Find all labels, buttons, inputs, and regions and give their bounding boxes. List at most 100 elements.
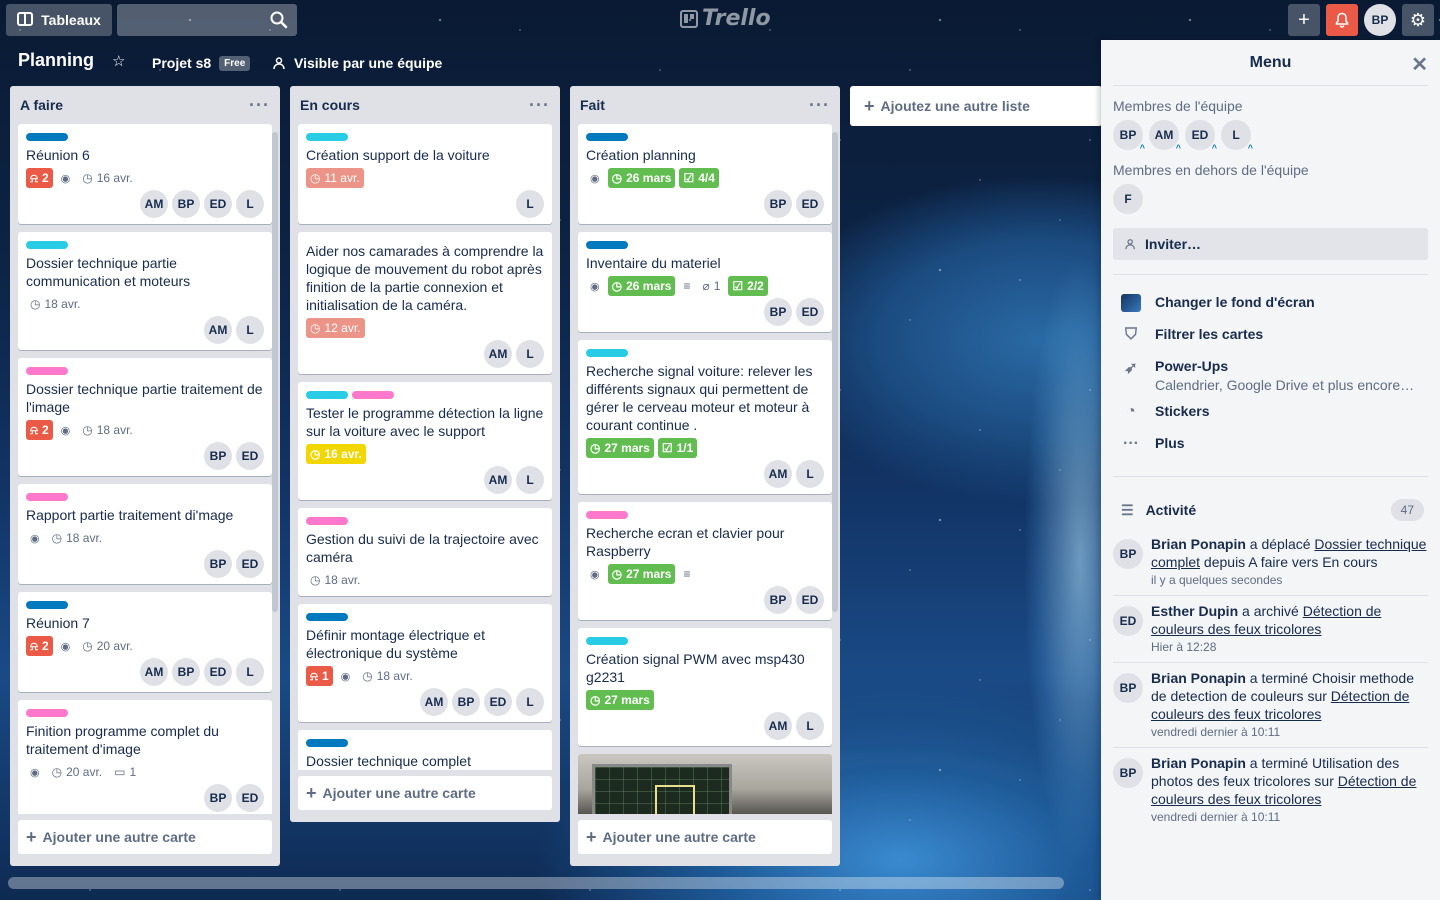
add-card-button[interactable]: + Ajouter une autre carte — [578, 820, 832, 854]
activity-user[interactable]: Brian Ponapin — [1151, 755, 1246, 771]
member-avatar[interactable]: ED — [484, 688, 512, 716]
activity-avatar[interactable]: BP — [1113, 758, 1143, 788]
trello-logo[interactable]: Trello — [680, 6, 771, 31]
member-avatar[interactable]: L — [796, 712, 824, 740]
member-avatar[interactable]: AM — [484, 340, 512, 368]
member-avatar[interactable]: BP — [452, 688, 480, 716]
activity-user[interactable]: Brian Ponapin — [1151, 536, 1246, 552]
card[interactable]: Création planning ◉ ◷ 26 mars ☑ 4/4 BP ED — [578, 124, 832, 224]
member-avatar[interactable]: BP — [764, 586, 792, 614]
more-icon[interactable]: ··· — [809, 96, 830, 114]
member-avatar[interactable]: BP — [764, 190, 792, 218]
card[interactable]: Aider nos camarades à comprendre la logi… — [298, 232, 552, 374]
visibility-button[interactable]: Visible par une équipe — [272, 55, 442, 71]
member-avatar[interactable]: ED — [236, 442, 264, 470]
member-avatar[interactable]: L — [236, 316, 264, 344]
boards-button[interactable]: Tableaux — [6, 4, 112, 36]
member-avatar[interactable]: ED — [796, 586, 824, 614]
member-avatar[interactable]: BP — [172, 190, 200, 218]
member-avatar[interactable]: BP — [204, 442, 232, 470]
card[interactable]: Définir montage électrique et électroniq… — [298, 604, 552, 722]
member-avatar[interactable]: AM — [204, 316, 232, 344]
settings-button[interactable]: ⚙ — [1402, 4, 1434, 36]
list-title[interactable]: A faire — [20, 97, 63, 113]
card[interactable]: Finition programme complet du traitement… — [18, 700, 272, 814]
list-title[interactable]: En cours — [300, 97, 360, 113]
member-avatar[interactable]: ED — [796, 298, 824, 326]
member-avatar[interactable]: AM — [420, 688, 448, 716]
card[interactable]: Inventaire du materiel ◉ ◷ 26 mars ≡ ⌀ 1 ☑ 2/2 BP… — [578, 232, 832, 332]
create-button[interactable]: + — [1288, 4, 1320, 36]
team-button[interactable]: Projet s8 Free — [152, 55, 251, 71]
member-avatar[interactable]: AM — [764, 460, 792, 488]
card[interactable]: Recherche ecran et clavier pour Raspberr… — [578, 502, 832, 620]
member-avatar[interactable]: ED — [204, 190, 232, 218]
member-avatar[interactable]: BP — [764, 298, 792, 326]
menu-item[interactable]: ··· Plus — [1113, 430, 1428, 462]
card[interactable]: Dossier technique complet◉◷20 avr.AMBPED… — [298, 730, 552, 770]
member-avatar[interactable]: AM — [140, 190, 168, 218]
invite-button[interactable]: Inviter… — [1113, 228, 1428, 260]
notifications-button[interactable] — [1326, 4, 1358, 36]
activity-avatar[interactable]: BP — [1113, 673, 1143, 703]
activity-user[interactable]: Esther Dupin — [1151, 603, 1238, 619]
add-card-button[interactable]: + Ajouter une autre carte — [18, 820, 272, 854]
team-member-avatar[interactable]: AM ^ — [1149, 120, 1181, 153]
vertical-scrollbar[interactable] — [832, 132, 838, 612]
member-avatar[interactable]: AM — [764, 712, 792, 740]
menu-item[interactable]: ⛉ Filtrer les cartes — [1113, 321, 1428, 353]
card[interactable]: Réunion 6 ⍾ 2 ◉ ◷ 16 avr. AM BP ED L — [18, 124, 272, 224]
member-avatar[interactable]: L — [516, 688, 544, 716]
member-avatar[interactable]: L — [516, 340, 544, 368]
member-avatar[interactable]: ED — [236, 784, 264, 812]
member-avatar[interactable]: BP — [204, 784, 232, 812]
activity-user[interactable]: Brian Ponapin — [1151, 670, 1246, 686]
more-icon[interactable]: ··· — [529, 96, 550, 114]
card[interactable]: Recherche signal voiture: relever les di… — [578, 340, 832, 494]
activity-time[interactable]: il y a quelques secondes — [1151, 573, 1428, 587]
member-avatar[interactable]: L — [796, 460, 824, 488]
horizontal-scrollbar[interactable] — [8, 877, 1064, 889]
more-icon[interactable]: ··· — [249, 96, 270, 114]
activity-avatar[interactable]: BP — [1113, 539, 1143, 569]
member-avatar[interactable]: L — [516, 466, 544, 494]
card[interactable]: Création signal PWM avec msp430 g2231 ◷ 27… — [578, 628, 832, 746]
member-avatar[interactable]: BP — [204, 550, 232, 578]
member-avatar[interactable]: L — [236, 658, 264, 686]
activity-avatar[interactable]: ED — [1113, 606, 1143, 636]
card[interactable]: Rapport partie traitement di'mage ◉ ◷ 18 av… — [18, 484, 272, 584]
menu-item[interactable]: ➶ Power-Ups Calendrier, Google Drive et pl… — [1113, 353, 1428, 398]
search-input[interactable] — [117, 4, 297, 36]
activity-time[interactable]: Hier à 12:28 — [1151, 640, 1428, 654]
card[interactable]: Réunion 7 ⍾ 2 ◉ ◷ 20 avr. AM BP ED L — [18, 592, 272, 692]
outside-member-avatar[interactable]: F — [1113, 184, 1143, 214]
card[interactable]: Gestion du suivi de la trajectoire avec … — [298, 508, 552, 596]
activity-time[interactable]: vendredi dernier à 10:11 — [1151, 725, 1428, 739]
star-icon[interactable]: ☆ — [112, 52, 125, 70]
card[interactable]: Tester le programme détection la ligne s… — [298, 382, 552, 500]
list-title[interactable]: Fait — [580, 97, 605, 113]
card-cover-photo[interactable] — [578, 754, 832, 814]
team-member-avatar[interactable]: BP ^ — [1113, 120, 1145, 153]
search-icon[interactable] — [269, 10, 289, 30]
card[interactable]: Dossier technique partie traitement de l… — [18, 358, 272, 476]
team-member-avatar[interactable]: L ^ — [1221, 120, 1253, 153]
add-card-button[interactable]: + Ajouter une autre carte — [298, 776, 552, 810]
team-member-avatar[interactable]: ED ^ — [1185, 120, 1217, 153]
close-icon[interactable]: ✕ — [1411, 52, 1428, 77]
member-avatar[interactable]: ED — [204, 658, 232, 686]
member-avatar[interactable]: L — [236, 190, 264, 218]
activity-time[interactable]: vendredi dernier à 10:11 — [1151, 810, 1428, 824]
member-avatar[interactable]: ED — [236, 550, 264, 578]
member-avatar[interactable]: AM — [484, 466, 512, 494]
card[interactable]: Dossier technique partie communication e… — [18, 232, 272, 350]
member-avatar[interactable]: AM — [140, 658, 168, 686]
board-title[interactable]: Planning — [18, 50, 94, 71]
member-avatar[interactable]: ED — [796, 190, 824, 218]
add-list-button[interactable]: + Ajoutez une autre liste — [850, 86, 1102, 126]
member-avatar[interactable]: L — [516, 190, 544, 218]
member-avatar[interactable]: BP — [172, 658, 200, 686]
vertical-scrollbar[interactable] — [272, 132, 278, 612]
user-avatar[interactable]: BP — [1364, 4, 1396, 36]
menu-item[interactable]: ◔ Stickers — [1113, 398, 1428, 430]
